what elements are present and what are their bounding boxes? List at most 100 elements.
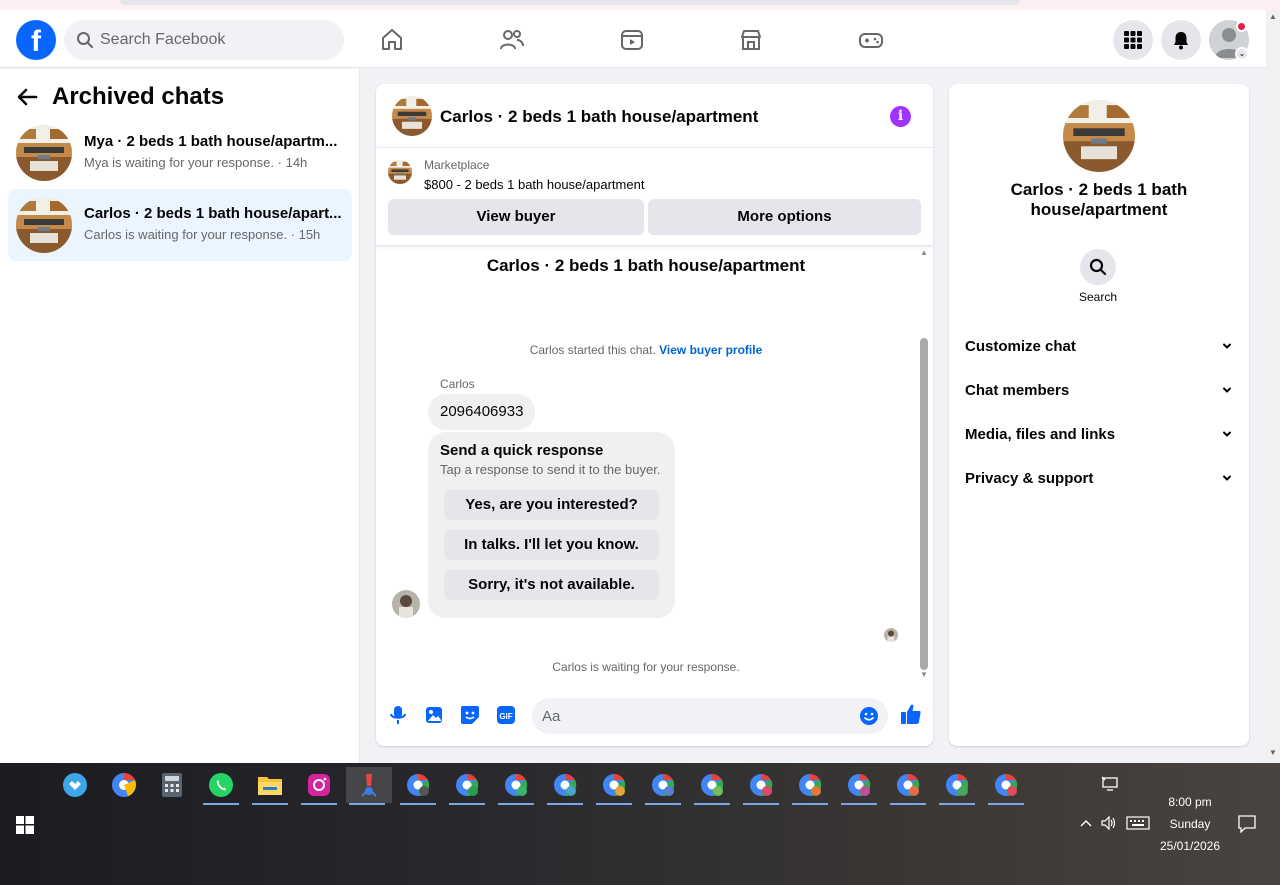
message-scrollbar[interactable]: ▲ ▼ (917, 248, 931, 680)
search-in-chat-button[interactable] (1080, 249, 1116, 285)
scroll-thumb[interactable] (920, 338, 928, 670)
chrome-profile-icon[interactable] (838, 767, 880, 805)
conversation-title[interactable]: Carlos · 2 beds 1 bath house/apartment (440, 107, 758, 127)
chat-list-item-active[interactable]: Carlos · 2 beds 1 bath house/apart... Ca… (8, 189, 352, 261)
chrome-profile-icon[interactable] (495, 767, 537, 805)
chat-time: · 15h (287, 227, 321, 242)
message-bubble[interactable]: 2096406933 (428, 394, 536, 430)
scroll-up-arrow[interactable]: ▲ (1269, 12, 1277, 21)
chrome-profile-icon[interactable] (985, 767, 1027, 805)
details-title: Carlos · 2 beds 1 bath house/apartment (1010, 180, 1188, 219)
watch-icon[interactable] (602, 22, 662, 58)
running-indicator (252, 803, 288, 805)
listing-price-title[interactable]: $800 - 2 beds 1 bath house/apartment (424, 177, 644, 192)
view-buyer-button[interactable]: View buyer (388, 199, 644, 235)
marketplace-icon[interactable] (721, 22, 781, 58)
chrome-profile-icon[interactable] (936, 767, 978, 805)
volume-icon[interactable] (1100, 815, 1118, 831)
message-input[interactable] (542, 698, 842, 734)
scroll-up-arrow[interactable]: ▲ (920, 248, 928, 257)
section-label: Privacy & support (965, 469, 1094, 487)
desktop-display-icon[interactable] (1101, 776, 1119, 792)
scroll-down-arrow[interactable]: ▼ (920, 670, 928, 679)
listing-thumbnail[interactable] (388, 160, 412, 184)
view-buyer-profile-link[interactable]: View buyer profile (659, 343, 762, 357)
chrome-profile-icon[interactable] (397, 767, 439, 805)
search-box[interactable] (64, 20, 344, 60)
running-indicator (547, 803, 583, 805)
search-label: Search (1078, 290, 1118, 304)
running-indicator (694, 803, 730, 805)
gif-icon[interactable]: GIF (495, 704, 517, 726)
chrome-profile-icon[interactable] (446, 767, 488, 805)
section-label: Chat members (965, 381, 1070, 399)
photo-icon[interactable] (423, 704, 445, 726)
chrome-profile-icon[interactable] (887, 767, 929, 805)
facebook-logo[interactable]: f (16, 20, 56, 60)
clock-day[interactable]: Sunday (1162, 817, 1218, 831)
notifications-icon[interactable] (1161, 20, 1201, 60)
friends-icon[interactable] (482, 22, 542, 58)
search-input[interactable] (100, 20, 330, 60)
search-icon (76, 31, 94, 54)
scroll-down-arrow[interactable]: ▼ (1269, 748, 1277, 757)
page-scrollbar[interactable]: ▲ ▼ (1266, 10, 1280, 763)
message-area: Carlos · 2 beds 1 bath house/apartment C… (376, 246, 933, 682)
keyboard-icon[interactable] (1126, 816, 1150, 830)
chat-name: Carlos · 2 beds 1 bath house/apart... (84, 205, 342, 222)
clock-time[interactable]: 8:00 pm (1162, 795, 1218, 809)
section-label: Media, files and links (965, 425, 1116, 443)
chat-members-section[interactable]: Chat members (965, 374, 1233, 406)
gaming-icon[interactable] (841, 22, 901, 58)
back-arrow-icon[interactable] (16, 86, 38, 108)
menu-grid-icon[interactable] (1113, 20, 1153, 60)
info-icon[interactable]: i (890, 106, 911, 127)
clock-date[interactable]: 25/01/2026 (1154, 839, 1226, 853)
windows-start-icon[interactable] (16, 816, 34, 834)
app-icon-browser[interactable] (103, 767, 145, 803)
waiting-notice: Carlos is waiting for your response. (552, 660, 740, 674)
microphone-icon[interactable] (387, 704, 409, 726)
running-indicator (301, 803, 337, 805)
customize-chat-section[interactable]: Customize chat (965, 330, 1233, 362)
active-app-icon[interactable] (346, 767, 392, 805)
conversation-header: Carlos · 2 beds 1 bath house/apartment i (376, 84, 933, 148)
marketplace-listing-banner: Marketplace $800 - 2 beds 1 bath house/a… (376, 148, 933, 246)
home-icon[interactable] (362, 22, 422, 58)
chrome-profile-icon[interactable] (544, 767, 586, 805)
file-explorer-icon[interactable] (249, 767, 291, 805)
app-icon-hub[interactable] (54, 767, 96, 803)
like-icon[interactable] (899, 702, 923, 726)
calculator-icon[interactable] (151, 767, 193, 803)
more-options-button[interactable]: More options (648, 199, 921, 235)
sender-avatar[interactable] (392, 590, 420, 618)
sticker-icon[interactable] (459, 704, 481, 726)
chrome-profile-icon[interactable] (691, 767, 733, 805)
privacy-support-section[interactable]: Privacy & support (965, 462, 1233, 494)
chat-details-panel: Carlos · 2 beds 1 bath house/apartment S… (949, 84, 1249, 746)
instagram-icon[interactable] (298, 767, 340, 805)
running-indicator (203, 803, 239, 805)
marketplace-label: Marketplace (424, 158, 490, 172)
emoji-icon[interactable] (859, 706, 879, 726)
whatsapp-icon[interactable] (200, 767, 242, 805)
running-indicator (841, 803, 877, 805)
chevron-down-icon (1223, 343, 1231, 349)
chat-list-item[interactable]: Mya · 2 beds 1 bath house/apartm... Mya … (8, 117, 352, 189)
quick-response-option[interactable]: Yes, are you interested? (444, 490, 659, 520)
chevron-up-icon[interactable] (1079, 818, 1093, 828)
message-input-box[interactable] (532, 698, 888, 734)
chrome-profile-icon[interactable] (789, 767, 831, 805)
notification-dot (1236, 21, 1247, 32)
quick-response-option[interactable]: Sorry, it's not available. (444, 570, 659, 600)
sidebar-title: Archived chats (52, 83, 225, 110)
chrome-profile-icon[interactable] (593, 767, 635, 805)
account-chevron-icon[interactable]: ⌄ (1235, 47, 1249, 61)
running-indicator (792, 803, 828, 805)
chrome-profile-icon[interactable] (642, 767, 684, 805)
quick-response-option[interactable]: In talks. I'll let you know. (444, 530, 659, 560)
notification-center-icon[interactable] (1238, 815, 1256, 833)
media-files-links-section[interactable]: Media, files and links (965, 418, 1233, 450)
chrome-profile-icon[interactable] (740, 767, 782, 805)
listing-thumbnail[interactable] (392, 96, 432, 136)
